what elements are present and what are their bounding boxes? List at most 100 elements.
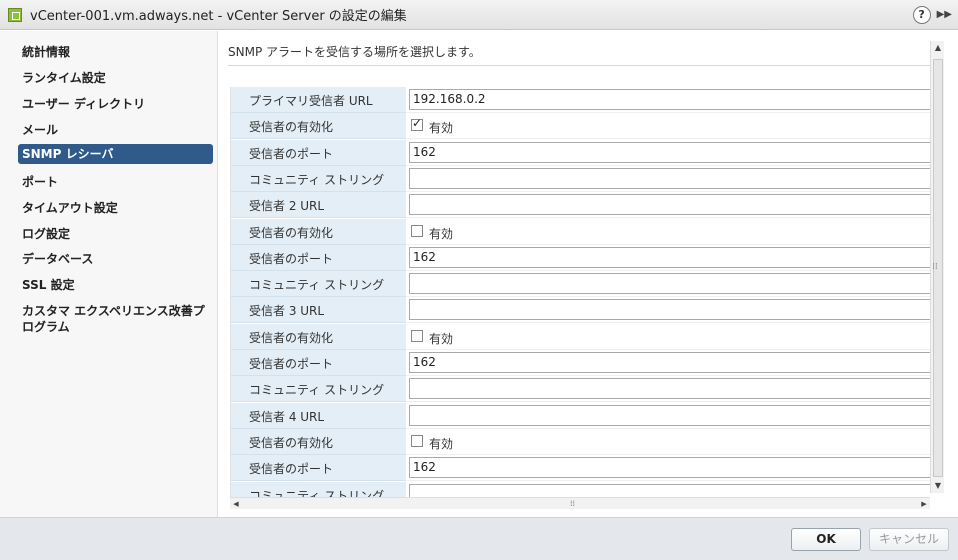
expand-icon[interactable]: ▶▶ [937,6,952,24]
panel-resize-grip-icon[interactable]: ⁞⁞ [932,262,938,272]
value-cell: 162 [407,140,932,166]
text-field[interactable] [409,194,932,215]
form-row: 受信者のポート 162 [231,140,932,166]
text-field[interactable] [409,405,932,426]
label-cell: 受信者の有効化 [231,429,406,455]
label-cell: 受信者 3 URL [231,297,406,323]
form-row: 受信者 3 URL [231,297,932,323]
value-cell [407,376,932,402]
sidebar-item[interactable]: ポート [18,172,213,192]
field-label: コミュニティ ストリング [249,173,385,187]
divider [228,65,936,66]
form-row: コミュニティ ストリング [231,166,932,192]
value-cell [407,297,932,323]
text-field[interactable] [409,484,932,497]
value-cell: 有効 [407,429,932,455]
checkbox-label[interactable]: 有効 [429,119,453,136]
sidebar-item[interactable]: 統計情報 [18,42,213,62]
field-label: 受信者のポート [249,252,334,266]
sidebar-item[interactable]: データベース [18,249,213,269]
enable-checkbox[interactable] [411,330,423,342]
text-field[interactable]: 192.168.0.2 [409,89,932,110]
value-cell: 162 [407,245,932,271]
value-cell: 162 [407,350,932,376]
label-cell: 受信者のポート [231,140,406,166]
horizontal-scrollbar[interactable]: ◀ ⁞⁞ ▶ [230,497,930,509]
form-row: 受信者の有効化 有効 [231,219,932,245]
text-field[interactable]: 162 [409,457,932,478]
text-field[interactable] [409,273,932,294]
label-cell: 受信者の有効化 [231,219,406,245]
label-cell: コミュニティ ストリング [231,166,406,192]
ok-button[interactable]: OK [791,528,861,551]
sidebar-item[interactable]: ユーザー ディレクトリ [18,94,213,114]
instruction-text: SNMP アラートを受信する場所を選択します。 [228,45,481,59]
cancel-button[interactable]: キャンセル [869,528,949,551]
label-cell: コミュニティ ストリング [231,376,406,402]
field-label: 受信者 2 URL [249,199,325,213]
form-row: 受信者のポート 162 [231,455,932,481]
label-cell: 受信者の有効化 [231,324,406,350]
field-label: 受信者のポート [249,147,334,161]
sidebar-item[interactable]: タイムアウト設定 [18,198,213,218]
form-row: 受信者のポート 162 [231,350,932,376]
form-row: 受信者の有効化 有効 [231,429,932,455]
text-field[interactable] [409,378,932,399]
text-field[interactable] [409,299,932,320]
sidebar-item[interactable]: SNMP レシーバ [18,144,213,164]
text-field[interactable]: 162 [409,142,932,163]
field-label: コミュニティ ストリング [249,278,385,292]
field-label: 受信者 4 URL [249,410,325,424]
label-cell: コミュニティ ストリング [231,271,406,297]
scroll-left-icon[interactable]: ◀ [230,498,242,510]
field-label: 受信者の有効化 [249,436,334,450]
value-cell [407,166,932,192]
sidebar-item[interactable]: SSL 設定 [18,275,213,295]
field-label: コミュニティ ストリング [249,489,385,497]
sidebar-item[interactable]: カスタマ エクスペリエンス改善プログラム [18,301,213,337]
enable-checkbox[interactable] [411,116,423,131]
sidebar-item[interactable]: メール [18,120,213,140]
text-field[interactable] [409,168,932,189]
main-panel: SNMP アラートを受信する場所を選択します。 プライマリ受信者 URL 192.… [218,31,958,517]
title-actions: ? ▶▶ [912,6,952,24]
form-row: コミュニティ ストリング [231,271,932,297]
dialog-footer: OK キャンセル [0,517,958,560]
snmp-receiver-form: プライマリ受信者 URL192.168.0.2受信者の有効化有効受信者のポート1… [230,87,932,497]
field-label: 受信者 3 URL [249,304,325,318]
field-label: 受信者の有効化 [249,120,334,134]
value-cell [407,192,932,218]
field-label: 受信者の有効化 [249,331,334,345]
label-cell: 受信者のポート [231,350,406,376]
scroll-right-icon[interactable]: ▶ [918,498,930,510]
label-cell: 受信者のポート [231,245,406,271]
form-row: 受信者のポート 162 [231,245,932,271]
title-bar: vCenter-001.vm.adways.net - vCenter Serv… [0,0,958,30]
form-row: コミュニティ ストリング [231,376,932,402]
sidebar-item[interactable]: ログ設定 [18,224,213,244]
window-title: vCenter-001.vm.adways.net - vCenter Serv… [30,9,407,24]
value-cell [407,271,932,297]
scroll-down-icon[interactable]: ▼ [931,479,945,493]
field-label: 受信者のポート [249,357,334,371]
value-cell: 有効 [407,324,932,350]
value-cell: 162 [407,455,932,481]
label-cell: プライマリ受信者 URL [231,87,406,113]
help-icon[interactable]: ? [912,6,931,24]
value-cell: 192.168.0.2 [407,87,932,113]
text-field[interactable]: 162 [409,352,932,373]
checkbox-label[interactable]: 有効 [429,225,453,242]
enable-checkbox[interactable] [411,225,423,237]
checkbox-label[interactable]: 有効 [429,435,453,452]
enable-checkbox[interactable] [411,435,423,447]
scroll-grip-icon[interactable]: ⁞⁞ [570,499,575,508]
sidebar-item[interactable]: ランタイム設定 [18,68,213,88]
checkbox-label[interactable]: 有効 [429,330,453,347]
label-cell: 受信者の有効化 [231,113,406,139]
label-cell: 受信者 4 URL [231,403,406,429]
text-field[interactable]: 162 [409,247,932,268]
value-cell [407,482,932,497]
field-label: 受信者の有効化 [249,226,334,240]
label-cell: コミュニティ ストリング [231,482,406,497]
scroll-up-icon[interactable]: ▲ [931,41,945,55]
